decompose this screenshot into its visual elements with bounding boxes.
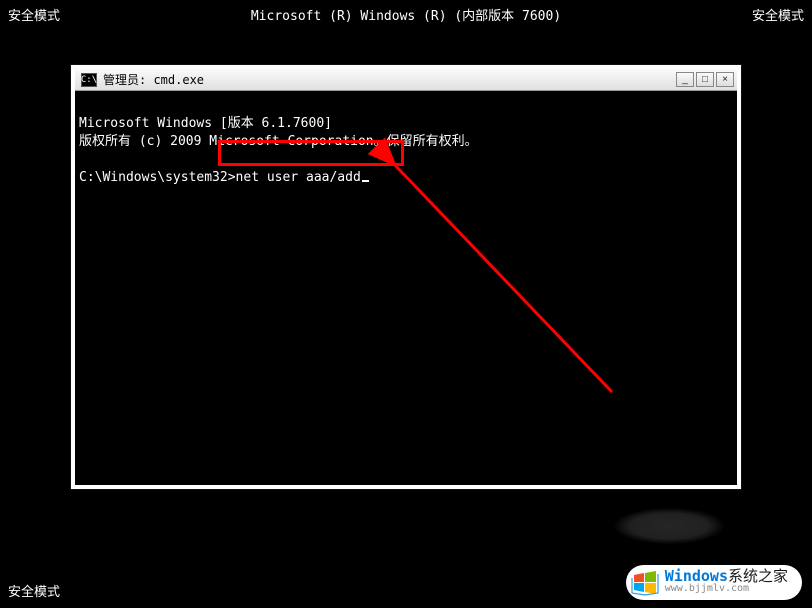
watermark-badge: Windows系统之家 www.bjjmlv.com xyxy=(626,565,802,600)
safe-mode-label-tl: 安全模式 xyxy=(8,5,60,24)
close-button[interactable]: × xyxy=(716,72,734,87)
prompt-text: C:\Windows\system32> xyxy=(79,170,236,185)
cursor-icon xyxy=(362,180,369,182)
terminal-prompt-line: C:\Windows\system32>net user aaa/add xyxy=(79,169,733,187)
titlebar[interactable]: C:\ 管理员: cmd.exe _ □ × xyxy=(75,69,737,91)
cmd-icon: C:\ xyxy=(81,73,97,87)
terminal-body[interactable]: Microsoft Windows [版本 6.1.7600]版权所有 (c) … xyxy=(75,91,737,485)
command-text: net user aaa/add xyxy=(236,170,361,185)
window-title: 管理员: cmd.exe xyxy=(103,71,676,88)
windows-build-label: Microsoft (R) Windows (R) (内部版本 7600) xyxy=(251,5,561,24)
cmd-window-inner: C:\ 管理员: cmd.exe _ □ × Microsoft Windows… xyxy=(75,69,737,485)
maximize-button[interactable]: □ xyxy=(696,72,714,87)
watermark-text: Windows系统之家 www.bjjmlv.com xyxy=(665,569,788,596)
terminal-line: Microsoft Windows [版本 6.1.7600] xyxy=(79,115,733,133)
minimize-button[interactable]: _ xyxy=(676,72,694,87)
safe-mode-label-tr: 安全模式 xyxy=(752,5,804,24)
cmd-window: C:\ 管理员: cmd.exe _ □ × Microsoft Windows… xyxy=(70,64,742,490)
shadow-decoration xyxy=(614,508,724,544)
terminal-line: 版权所有 (c) 2009 Microsoft Corporation。保留所有… xyxy=(79,133,733,151)
windows-logo-icon xyxy=(631,570,659,596)
safe-mode-label-bl: 安全模式 xyxy=(8,581,60,600)
window-controls: _ □ × xyxy=(676,72,734,87)
